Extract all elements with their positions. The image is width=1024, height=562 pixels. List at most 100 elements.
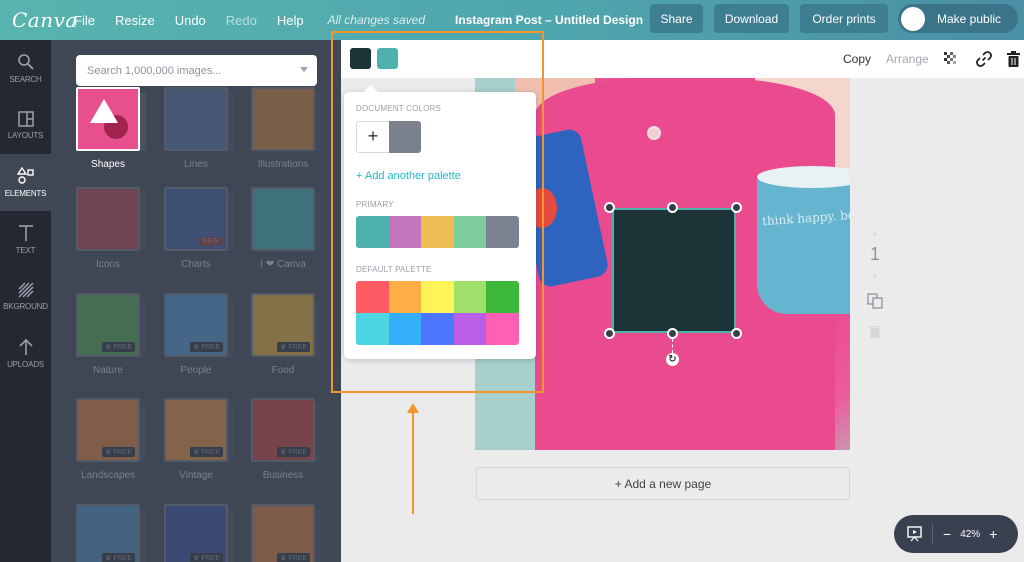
new-badge: NEW bbox=[198, 237, 223, 246]
fill-color-swatch[interactable] bbox=[350, 48, 371, 69]
image-search-box[interactable] bbox=[76, 55, 317, 86]
rail-label: LAYOUTS bbox=[7, 131, 44, 140]
menu-undo[interactable]: Undo bbox=[175, 13, 206, 28]
primary-swatch-4[interactable] bbox=[453, 216, 487, 248]
primary-swatch-2[interactable] bbox=[388, 216, 422, 248]
default-row2-swatch-1[interactable] bbox=[356, 313, 389, 345]
free-badge: ♛ FREE bbox=[190, 553, 223, 562]
rotate-connector bbox=[672, 339, 673, 353]
rotate-handle-icon[interactable]: ↻ bbox=[666, 353, 679, 366]
default-row1-swatch-1[interactable] bbox=[356, 281, 389, 313]
element-tile-nature[interactable]: ♛ FREE bbox=[76, 293, 146, 357]
default-row1-swatch-3[interactable] bbox=[421, 281, 454, 313]
copy-button[interactable]: Copy bbox=[843, 52, 871, 66]
default-row2-swatch-5[interactable] bbox=[486, 313, 519, 345]
delete-page-icon[interactable] bbox=[869, 324, 881, 338]
rail-item-text[interactable]: TEXT bbox=[0, 211, 51, 268]
free-badge: ♛ FREE bbox=[102, 342, 135, 352]
resize-handle-top-right[interactable] bbox=[731, 202, 742, 213]
border-color-swatch[interactable] bbox=[377, 48, 398, 69]
resize-handle-top[interactable] bbox=[667, 202, 678, 213]
primary-palette bbox=[356, 216, 519, 248]
elements-panel: Shapes Lines Illustrations Icons NEW Charts I … bbox=[51, 40, 341, 562]
primary-swatch-5[interactable] bbox=[486, 216, 519, 248]
element-tile-more[interactable]: ♛ FREE bbox=[251, 504, 321, 562]
primary-label: PRIMARY bbox=[356, 200, 394, 209]
search-dropdown-icon[interactable] bbox=[300, 67, 308, 72]
make-public-toggle[interactable]: Make public bbox=[898, 4, 1018, 33]
link-icon[interactable] bbox=[976, 51, 992, 67]
element-tile-food[interactable]: ♛ FREE bbox=[251, 293, 321, 357]
free-badge: ♛ FREE bbox=[190, 342, 223, 352]
text-icon bbox=[18, 225, 33, 241]
elements-icon bbox=[16, 167, 34, 184]
element-tile-landscapes[interactable]: ♛ FREE bbox=[76, 398, 146, 462]
resize-handle-top-left[interactable] bbox=[604, 202, 615, 213]
element-tile-more[interactable]: ♛ FREE bbox=[164, 504, 234, 562]
element-toolbar: Copy Arrange bbox=[341, 40, 1024, 78]
element-tile-business[interactable]: ♛ FREE bbox=[251, 398, 321, 462]
default-palette-label: DEFAULT PALETTE bbox=[356, 265, 432, 274]
page-down-icon[interactable]: ▼ bbox=[862, 271, 888, 281]
document-color-swatch[interactable] bbox=[389, 121, 421, 153]
download-button[interactable]: Download bbox=[714, 4, 789, 33]
primary-swatch-3[interactable] bbox=[421, 216, 454, 248]
resize-handle-bottom[interactable] bbox=[667, 328, 678, 339]
menu-resize[interactable]: Resize bbox=[115, 13, 155, 28]
element-tile-label: Business bbox=[262, 470, 304, 481]
zoom-out-button[interactable]: − bbox=[943, 526, 951, 542]
default-row1-swatch-5[interactable] bbox=[486, 281, 519, 313]
rail-item-layouts[interactable]: LAYOUTS bbox=[0, 97, 51, 154]
rail-item-uploads[interactable]: UPLOADS bbox=[0, 325, 51, 382]
free-badge: ♛ FREE bbox=[277, 553, 310, 562]
page-up-icon[interactable]: ▲ bbox=[862, 228, 888, 238]
element-tile-label: Food bbox=[271, 365, 295, 376]
menu-file[interactable]: File bbox=[74, 13, 95, 28]
rail-label: ELEMENTS bbox=[4, 189, 47, 198]
element-tile-i-canva[interactable] bbox=[251, 187, 321, 251]
element-tile-people[interactable]: ♛ FREE bbox=[164, 293, 234, 357]
document-title[interactable]: Instagram Post – Untitled Design bbox=[455, 13, 643, 27]
top-bar: Canva File Resize Undo Redo Help All cha… bbox=[0, 0, 1024, 40]
element-tile-label: Landscapes bbox=[81, 470, 135, 481]
element-tile-more[interactable]: ♛ FREE bbox=[76, 504, 146, 562]
resize-handle-bottom-left[interactable] bbox=[604, 328, 615, 339]
order-prints-button[interactable]: Order prints bbox=[800, 4, 888, 33]
resize-handle-bottom-right[interactable] bbox=[731, 328, 742, 339]
canva-logo[interactable]: Canva bbox=[12, 8, 77, 32]
element-tile-label: I ❤ Canva bbox=[260, 259, 306, 270]
selected-square-shape[interactable] bbox=[612, 208, 736, 333]
rail-item-search[interactable]: SEARCH bbox=[0, 40, 51, 97]
rail-item-background[interactable]: BKGROUND bbox=[0, 268, 51, 325]
default-row1-swatch-4[interactable] bbox=[453, 281, 487, 313]
default-row2-swatch-3[interactable] bbox=[421, 313, 454, 345]
default-palette-row-2 bbox=[356, 313, 519, 345]
zoom-controls: − 42% + bbox=[894, 515, 1018, 553]
element-tile-illustrations[interactable] bbox=[251, 87, 321, 151]
zoom-level: 42% bbox=[960, 528, 981, 540]
trash-icon[interactable] bbox=[1007, 51, 1020, 67]
default-row2-swatch-2[interactable] bbox=[388, 313, 422, 345]
zoom-in-button[interactable]: + bbox=[989, 526, 997, 542]
default-row2-swatch-4[interactable] bbox=[453, 313, 487, 345]
duplicate-page-icon[interactable] bbox=[867, 293, 883, 309]
transparency-icon[interactable] bbox=[944, 52, 958, 66]
rail-item-elements[interactable]: ELEMENTS bbox=[0, 154, 51, 211]
add-new-page-button[interactable]: + Add a new page bbox=[476, 467, 850, 500]
element-tile-shapes[interactable] bbox=[76, 87, 146, 151]
add-color-button[interactable]: + bbox=[356, 121, 389, 153]
element-tile-vintage[interactable]: ♛ FREE bbox=[164, 398, 234, 462]
menu-help[interactable]: Help bbox=[277, 13, 304, 28]
search-icon bbox=[17, 54, 34, 70]
element-tile-lines[interactable] bbox=[164, 87, 234, 151]
primary-swatch-1[interactable] bbox=[356, 216, 389, 248]
share-button[interactable]: Share bbox=[650, 4, 703, 33]
arrange-button[interactable]: Arrange bbox=[886, 52, 929, 66]
default-row1-swatch-2[interactable] bbox=[388, 281, 422, 313]
menu-redo[interactable]: Redo bbox=[226, 13, 257, 28]
presentation-icon[interactable] bbox=[907, 526, 922, 542]
element-tile-icons[interactable] bbox=[76, 187, 146, 251]
search-input[interactable] bbox=[87, 64, 287, 77]
add-palette-link[interactable]: + Add another palette bbox=[356, 170, 461, 182]
element-tile-charts[interactable]: NEW bbox=[164, 187, 234, 251]
